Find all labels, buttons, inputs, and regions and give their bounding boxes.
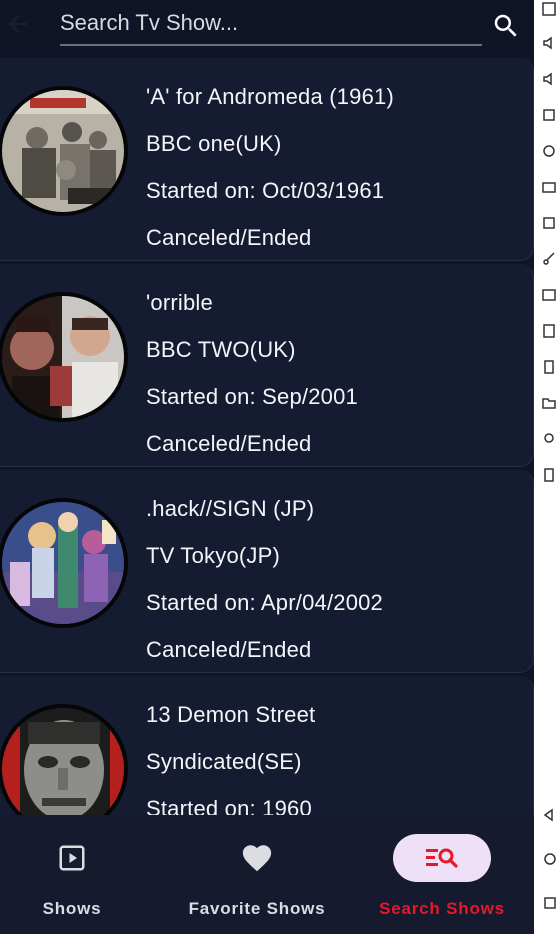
show-poster xyxy=(0,498,128,628)
rotate-screen-icon[interactable] xyxy=(542,216,556,230)
show-status: Canceled/Ended xyxy=(146,225,312,250)
nav-label: Favorite Shows xyxy=(188,899,326,918)
show-status: Canceled/Ended xyxy=(146,431,312,456)
show-start-date: Started on: Apr/04/2002 xyxy=(146,590,383,615)
video-icon[interactable] xyxy=(542,288,556,302)
show-title: 'orrible xyxy=(146,290,213,315)
search-bar xyxy=(0,0,534,56)
nav-item-favorite-shows[interactable]: Favorite Shows xyxy=(180,815,334,934)
show-start-date: Started on: Oct/03/1961 xyxy=(146,178,385,203)
bottom-navigation: Shows Favorite Shows Search Shows xyxy=(0,815,534,934)
list-search-icon xyxy=(426,848,458,868)
search-field xyxy=(60,6,482,46)
location-icon[interactable] xyxy=(542,432,556,446)
search-button[interactable] xyxy=(488,8,524,44)
show-network: Syndicated(SE) xyxy=(146,749,302,774)
nav-item-shows[interactable]: Shows xyxy=(0,815,144,934)
app-screen: 'A' for Andromeda (1961) BBC one(UK) Sta… xyxy=(0,0,534,934)
nav-label: Shows xyxy=(42,899,102,918)
arrow-back-icon xyxy=(8,14,28,34)
nav-item-search-shows[interactable]: Search Shows xyxy=(370,815,514,934)
nav-label: Search Shows xyxy=(379,899,505,918)
folder-icon[interactable] xyxy=(542,396,556,410)
show-card[interactable]: 'A' for Andromeda (1961) BBC one(UK) Sta… xyxy=(0,58,534,261)
show-start-date: Started on: Sep/2001 xyxy=(146,384,358,409)
show-network: BBC one(UK) xyxy=(146,131,282,156)
active-indicator xyxy=(393,834,491,882)
home-circle-icon[interactable] xyxy=(542,852,556,866)
rotate-icon[interactable] xyxy=(542,144,556,158)
volume-icon[interactable] xyxy=(542,36,556,50)
show-poster xyxy=(0,292,128,422)
show-card[interactable]: .hack//SIGN (JP) TV Tokyo(JP) Started on… xyxy=(0,470,534,673)
show-title: 13 Demon Street xyxy=(146,702,316,727)
back-triangle-icon[interactable] xyxy=(542,808,556,822)
show-card[interactable]: 'orrible BBC TWO(UK) Started on: Sep/200… xyxy=(0,264,534,467)
play-square-icon xyxy=(59,845,85,871)
show-network: BBC TWO(UK) xyxy=(146,337,296,362)
cut-icon[interactable] xyxy=(542,252,556,266)
show-poster xyxy=(0,86,128,216)
volume-down-icon[interactable] xyxy=(542,72,556,86)
search-icon xyxy=(494,14,517,37)
image-icon[interactable] xyxy=(542,2,556,16)
back-button[interactable] xyxy=(0,6,36,42)
document-icon[interactable] xyxy=(542,324,556,338)
camera-icon[interactable] xyxy=(542,180,556,194)
phone-icon[interactable] xyxy=(542,468,556,482)
show-status: Canceled/Ended xyxy=(146,637,312,662)
show-title: 'A' for Andromeda (1961) xyxy=(146,84,395,109)
side-toolbar xyxy=(534,0,556,934)
show-network: TV Tokyo(JP) xyxy=(146,543,281,568)
overview-square-icon[interactable] xyxy=(542,896,556,910)
search-input[interactable] xyxy=(60,6,482,40)
screenshot-icon[interactable] xyxy=(542,108,556,122)
vibrate-icon[interactable] xyxy=(542,360,556,374)
show-title: .hack//SIGN (JP) xyxy=(146,496,315,521)
heart-icon xyxy=(242,845,272,872)
